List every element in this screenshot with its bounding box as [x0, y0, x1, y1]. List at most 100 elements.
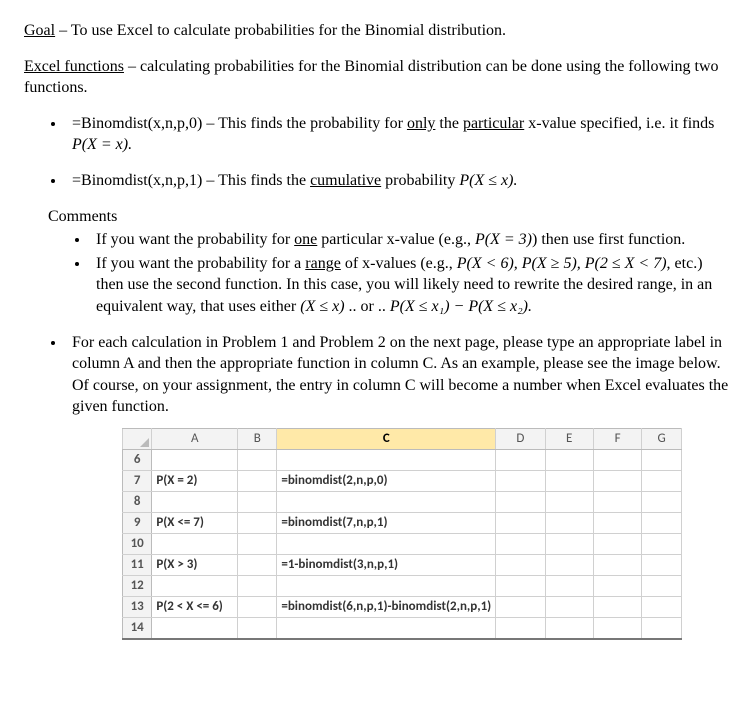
- spreadsheet-body: 67P(X = 2) =binomdist(2,n,p,0) 89P(X <= 7)…: [123, 449, 682, 639]
- cell-D13[interactable]: [496, 596, 545, 617]
- table-row: 10: [123, 533, 682, 554]
- col-header-g[interactable]: G: [642, 428, 682, 449]
- cell-F8[interactable]: [593, 491, 641, 512]
- row-header-11[interactable]: 11: [123, 554, 152, 575]
- cell-E10[interactable]: [545, 533, 593, 554]
- row-header-14[interactable]: 14: [123, 617, 152, 639]
- cell-A11[interactable]: P(X > 3): [152, 554, 238, 575]
- cell-D7[interactable]: [496, 470, 545, 491]
- table-row: 6: [123, 449, 682, 470]
- cell-C12[interactable]: [277, 575, 496, 596]
- table-row: 12: [123, 575, 682, 596]
- cell-E7[interactable]: [545, 470, 593, 491]
- cell-B10[interactable]: [238, 533, 277, 554]
- excel-screenshot: ABCDEFG 67P(X = 2)=binomdist(2,n,p,0)89P…: [122, 428, 682, 640]
- goal-text: – To use Excel to calculate probabilitie…: [55, 22, 506, 39]
- cell-G8[interactable]: [642, 491, 682, 512]
- cell-C13[interactable]: =binomdist(6,n,p,1)-binomdist(2,n,p,1): [277, 596, 496, 617]
- cell-A14[interactable]: [152, 617, 238, 639]
- cell-G9[interactable]: [642, 512, 682, 533]
- cell-D8[interactable]: [496, 491, 545, 512]
- cell-C7[interactable]: =binomdist(2,n,p,0): [277, 470, 496, 491]
- cell-D10[interactable]: [496, 533, 545, 554]
- cell-B6[interactable]: [238, 449, 277, 470]
- cell-B7[interactable]: [238, 470, 277, 491]
- functions-text: – calculating probabilities for the Bino…: [24, 58, 719, 97]
- functions-label: Excel functions: [24, 58, 124, 75]
- cell-E14[interactable]: [545, 617, 593, 639]
- col-header-e[interactable]: E: [545, 428, 593, 449]
- select-all-corner[interactable]: [123, 428, 152, 449]
- cell-F13[interactable]: [593, 596, 641, 617]
- table-row: 8: [123, 491, 682, 512]
- cell-G10[interactable]: [642, 533, 682, 554]
- functions-intro: Excel functions – calculating probabilit…: [24, 56, 732, 99]
- cell-A13[interactable]: P(2 < X <= 6): [152, 596, 238, 617]
- comment-item-range: If you want the probability for a range …: [90, 253, 732, 318]
- table-row: 14: [123, 617, 682, 639]
- row-header-9[interactable]: 9: [123, 512, 152, 533]
- comment-item-one-value: If you want the probability for one part…: [90, 229, 732, 251]
- function-list: =Binomdist(x,n,p,0) – This finds the pro…: [24, 113, 732, 192]
- cell-B11[interactable]: [238, 554, 277, 575]
- cell-E9[interactable]: [545, 512, 593, 533]
- row-header-12[interactable]: 12: [123, 575, 152, 596]
- cell-D9[interactable]: [496, 512, 545, 533]
- cell-E12[interactable]: [545, 575, 593, 596]
- cell-F12[interactable]: [593, 575, 641, 596]
- cell-C6[interactable]: [277, 449, 496, 470]
- comments-list: If you want the probability for one part…: [24, 229, 732, 317]
- cell-G12[interactable]: [642, 575, 682, 596]
- col-header-f[interactable]: F: [593, 428, 641, 449]
- cell-B14[interactable]: [238, 617, 277, 639]
- row-header-7[interactable]: 7: [123, 470, 152, 491]
- cell-B9[interactable]: [238, 512, 277, 533]
- cell-E11[interactable]: [545, 554, 593, 575]
- cell-D11[interactable]: [496, 554, 545, 575]
- cell-F11[interactable]: [593, 554, 641, 575]
- cell-A12[interactable]: [152, 575, 238, 596]
- cell-F10[interactable]: [593, 533, 641, 554]
- cell-D12[interactable]: [496, 575, 545, 596]
- col-header-d[interactable]: D: [496, 428, 545, 449]
- cell-E8[interactable]: [545, 491, 593, 512]
- cell-C10[interactable]: [277, 533, 496, 554]
- cell-C8[interactable]: [277, 491, 496, 512]
- spreadsheet-table: ABCDEFG 67P(X = 2)=binomdist(2,n,p,0)89P…: [122, 428, 682, 640]
- cell-A7[interactable]: P(X = 2): [152, 470, 238, 491]
- cell-F6[interactable]: [593, 449, 641, 470]
- row-header-6[interactable]: 6: [123, 449, 152, 470]
- cell-G7[interactable]: [642, 470, 682, 491]
- cell-A6[interactable]: [152, 449, 238, 470]
- cell-B8[interactable]: [238, 491, 277, 512]
- cell-F7[interactable]: [593, 470, 641, 491]
- column-header-row: ABCDEFG: [123, 428, 682, 449]
- col-header-c[interactable]: C: [277, 428, 496, 449]
- row-header-13[interactable]: 13: [123, 596, 152, 617]
- goal-label: Goal: [24, 22, 55, 39]
- instruction-item: For each calculation in Problem 1 and Pr…: [66, 332, 732, 640]
- cell-C9[interactable]: =binomdist(7,n,p,1): [277, 512, 496, 533]
- col-header-a[interactable]: A: [152, 428, 238, 449]
- cell-G6[interactable]: [642, 449, 682, 470]
- col-header-b[interactable]: B: [238, 428, 277, 449]
- cell-B13[interactable]: [238, 596, 277, 617]
- cell-E13[interactable]: [545, 596, 593, 617]
- row-header-10[interactable]: 10: [123, 533, 152, 554]
- cell-C14[interactable]: [277, 617, 496, 639]
- cell-E6[interactable]: [545, 449, 593, 470]
- cell-F9[interactable]: [593, 512, 641, 533]
- cell-G14[interactable]: [642, 617, 682, 639]
- cell-A8[interactable]: [152, 491, 238, 512]
- row-header-8[interactable]: 8: [123, 491, 152, 512]
- cell-B12[interactable]: [238, 575, 277, 596]
- cell-A9[interactable]: P(X <= 7): [152, 512, 238, 533]
- cell-G13[interactable]: [642, 596, 682, 617]
- cell-A10[interactable]: [152, 533, 238, 554]
- table-row: 11P(X > 3) =1-binomdist(3,n,p,1): [123, 554, 682, 575]
- cell-D6[interactable]: [496, 449, 545, 470]
- cell-C11[interactable]: =1-binomdist(3,n,p,1): [277, 554, 496, 575]
- cell-G11[interactable]: [642, 554, 682, 575]
- cell-F14[interactable]: [593, 617, 641, 639]
- cell-D14[interactable]: [496, 617, 545, 639]
